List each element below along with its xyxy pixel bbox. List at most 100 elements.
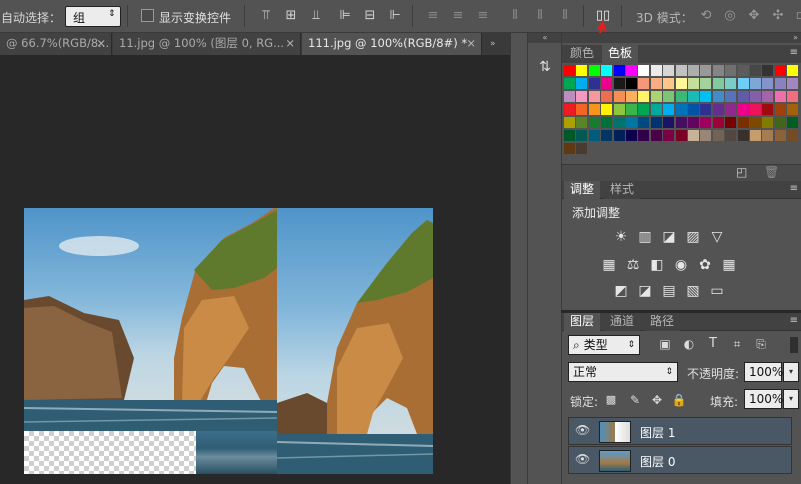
align-bottom-icon[interactable]: ⫫ (308, 8, 324, 24)
tab-overflow-icon[interactable]: » (490, 39, 496, 49)
vibrance-icon[interactable]: ▽ (708, 229, 726, 245)
tab-document-2[interactable]: 11.jpg @ 100% (图层 0, RG... × (113, 33, 301, 55)
swatch[interactable] (675, 130, 687, 141)
swatch[interactable] (638, 91, 650, 102)
swatch[interactable] (638, 104, 650, 115)
swatch[interactable] (613, 91, 625, 102)
swatch[interactable] (688, 104, 699, 115)
panel-menu-icon[interactable]: ≡ (790, 47, 798, 58)
filter-adjustment-icon[interactable]: ◐ (678, 333, 700, 355)
layer-row[interactable]: 👁 图层 1 (568, 417, 792, 445)
swatch[interactable] (626, 130, 637, 141)
swatch[interactable] (626, 78, 637, 89)
swatch[interactable] (675, 78, 687, 89)
photo-filter-icon[interactable]: ◉ (672, 257, 690, 273)
filter-smart-object-icon[interactable]: ⎘ (750, 333, 772, 355)
fill-input[interactable]: 100% (744, 389, 783, 409)
align-top-icon[interactable]: ⫪ (258, 8, 274, 24)
swatch[interactable] (725, 104, 737, 115)
align-left-icon[interactable]: ⊫ (337, 8, 353, 24)
swatch[interactable] (663, 130, 675, 141)
swatch[interactable] (750, 117, 761, 128)
swatch[interactable] (737, 117, 749, 128)
panel-menu-icon[interactable]: ≡ (790, 315, 798, 326)
gradient-map-icon[interactable]: ▭ (708, 283, 726, 299)
swatch[interactable] (638, 130, 650, 141)
swatch[interactable] (613, 65, 625, 76)
swatch[interactable] (588, 117, 600, 128)
threshold-icon[interactable]: ▤ (660, 283, 678, 299)
collapse-icon[interactable]: » (562, 33, 801, 43)
swatch[interactable] (750, 104, 761, 115)
channel-mixer-icon[interactable]: ✿ (696, 257, 714, 273)
distribute-left-icon[interactable]: ⦀ (507, 8, 523, 24)
swatch[interactable] (675, 117, 687, 128)
brightness-icon[interactable]: ☀ (612, 229, 630, 245)
swatch[interactable] (774, 78, 786, 89)
swatch[interactable] (588, 65, 600, 76)
distribute-hcenter-icon[interactable]: ⦀ (532, 8, 548, 24)
swatch[interactable] (576, 117, 588, 128)
swatch[interactable] (787, 78, 799, 89)
swatch[interactable] (650, 130, 662, 141)
swatch[interactable] (688, 130, 699, 141)
swatch[interactable] (588, 91, 600, 102)
swatch[interactable] (787, 117, 799, 128)
swatch[interactable] (601, 78, 613, 89)
swatch[interactable] (712, 117, 724, 128)
swatch[interactable] (762, 91, 774, 102)
swatch[interactable] (762, 104, 774, 115)
swatch[interactable] (712, 65, 724, 76)
auto-select-dropdown[interactable]: 组 ⇕ (65, 6, 121, 27)
swatch[interactable] (576, 143, 588, 154)
swatch[interactable] (700, 78, 712, 89)
swatch[interactable] (774, 91, 786, 102)
swatch[interactable] (737, 130, 749, 141)
swatch-grid[interactable] (564, 65, 800, 157)
opacity-input[interactable]: 100% (744, 362, 783, 382)
tab-styles[interactable]: 样式 (604, 181, 641, 199)
swatch[interactable] (700, 117, 712, 128)
swatch[interactable] (787, 65, 799, 76)
align-right-icon[interactable]: ⊩ (387, 8, 403, 24)
filter-shape-icon[interactable]: ⌗ (726, 333, 748, 355)
swatch[interactable] (712, 91, 724, 102)
close-icon[interactable]: × (285, 33, 295, 54)
panel-menu-icon[interactable]: ≡ (790, 183, 798, 194)
swatch[interactable] (613, 78, 625, 89)
swatch[interactable] (663, 117, 675, 128)
3d-orbit-icon[interactable]: ⟲ (698, 8, 714, 24)
layer-name[interactable]: 图层 0 (640, 453, 675, 470)
swatch[interactable] (613, 104, 625, 115)
swatch[interactable] (564, 91, 575, 102)
levels-icon[interactable]: ▥ (636, 229, 654, 245)
eye-icon[interactable]: 👁 (575, 452, 590, 466)
swatch[interactable] (712, 104, 724, 115)
fill-dropdown-icon[interactable]: ▾ (783, 389, 799, 409)
lock-position-icon[interactable]: ✥ (646, 389, 668, 411)
swatch[interactable] (750, 65, 761, 76)
tab-document-3[interactable]: 111.jpg @ 100%(RGB/8#) * × (302, 33, 482, 55)
filter-type-icon[interactable]: T (702, 333, 724, 355)
align-hcenter-icon[interactable]: ⊟ (362, 8, 378, 24)
swatch[interactable] (750, 78, 761, 89)
swatch[interactable] (601, 91, 613, 102)
filter-toggle[interactable] (790, 337, 798, 353)
swatch[interactable] (626, 117, 637, 128)
align-vcenter-icon[interactable]: ⊞ (283, 8, 299, 24)
tab-channels[interactable]: 通道 (604, 313, 641, 331)
swatch[interactable] (725, 91, 737, 102)
layer-filter-dropdown[interactable]: ⌕ 类型 ⇕ (568, 335, 640, 355)
swatch[interactable] (564, 78, 575, 89)
canvas-area[interactable] (0, 55, 510, 484)
distribute-top-icon[interactable]: ≡ (425, 8, 441, 24)
swatch[interactable] (613, 130, 625, 141)
swatch[interactable] (564, 65, 575, 76)
layer-row[interactable]: 👁 图层 0 (568, 446, 792, 474)
swatch[interactable] (725, 65, 737, 76)
swatch[interactable] (675, 91, 687, 102)
swatch[interactable] (626, 104, 637, 115)
filter-pixel-icon[interactable]: ▣ (654, 333, 676, 355)
swatch[interactable] (762, 117, 774, 128)
swatch[interactable] (688, 91, 699, 102)
